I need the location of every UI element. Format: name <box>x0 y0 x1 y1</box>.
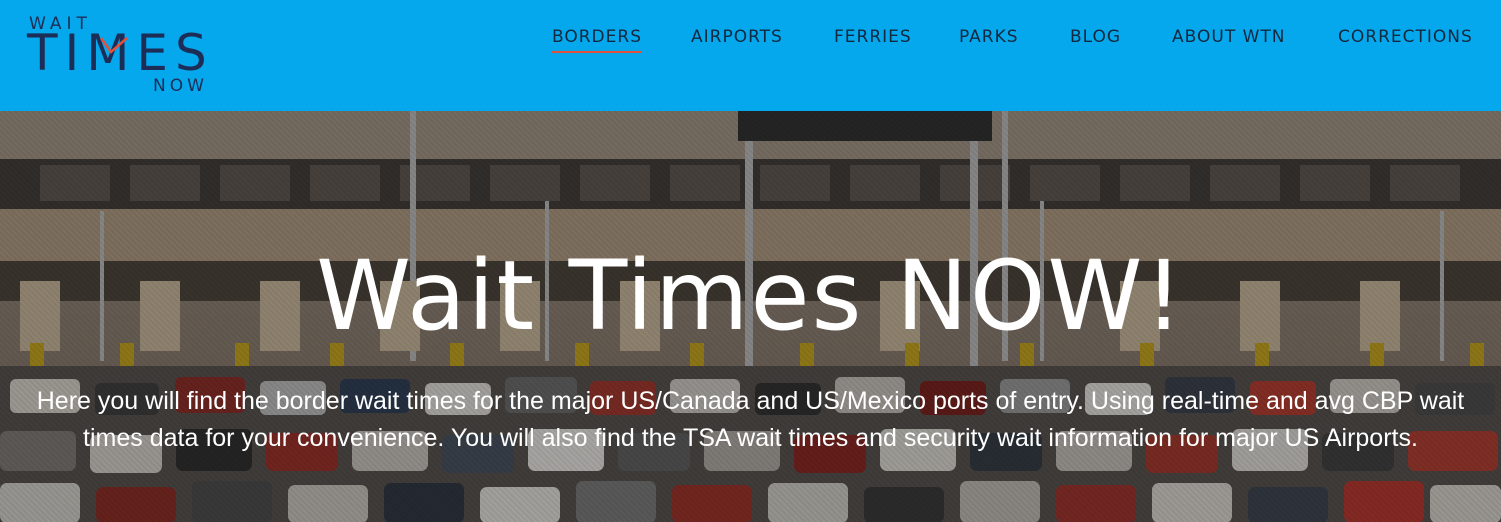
hero-description: Here you will find the border wait times… <box>36 387 1465 452</box>
site-header: WAIT TIMES NOW BORDERS AIRPORTS FERRIES … <box>0 0 1501 111</box>
nav-corrections[interactable]: CORRECTIONS <box>1338 27 1473 47</box>
nav-parks[interactable]: PARKS <box>959 27 1019 47</box>
logo-now-text: NOW <box>153 76 208 96</box>
site-logo[interactable]: WAIT TIMES NOW <box>27 14 227 96</box>
nav-borders[interactable]: BORDERS <box>552 27 642 53</box>
nav-ferries[interactable]: FERRIES <box>834 27 912 47</box>
nav-blog[interactable]: BLOG <box>1070 27 1121 47</box>
nav-about-wtn[interactable]: ABOUT WTN <box>1172 27 1286 47</box>
nav-airports[interactable]: AIRPORTS <box>691 27 783 47</box>
hero-title: Wait Times NOW! <box>316 240 1185 352</box>
logo-checkmark-icon <box>99 37 128 54</box>
hero-section: Wait Times NOW! Here you will find the b… <box>0 111 1501 522</box>
